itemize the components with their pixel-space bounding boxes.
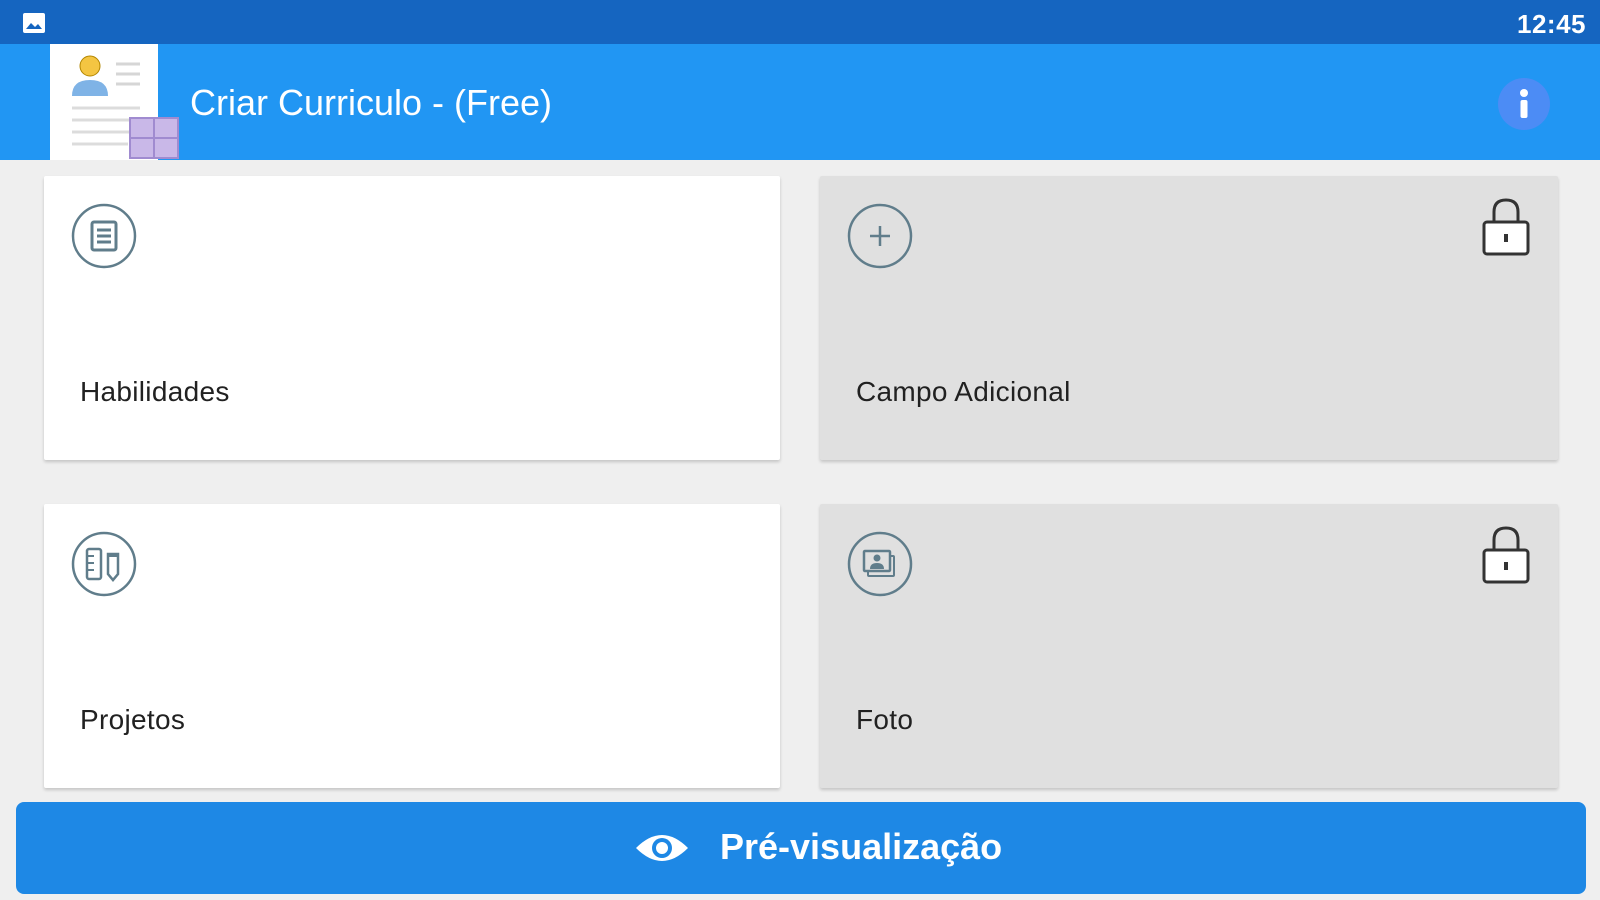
plus-icon [847,203,913,269]
photo-icon [847,531,913,597]
resume-document-icon [50,44,179,160]
card-foto[interactable]: Foto [820,504,1558,788]
preview-button[interactable]: Pré-visualização [16,802,1586,894]
info-button[interactable] [1498,78,1550,130]
app-title: Criar Curriculo - (Free) [190,82,553,123]
card-label: Projetos [80,704,186,735]
card-label: Habilidades [80,376,230,407]
app-bar: Criar Curriculo - (Free) [0,44,1600,160]
image-icon [23,13,45,33]
info-icon [1520,89,1528,118]
eye-icon [636,835,688,861]
card-label: Campo Adicional [856,376,1071,407]
lock-icon [1482,198,1530,256]
card-campo-adicional[interactable]: Campo Adicional [820,176,1558,460]
card-habilidades[interactable]: Habilidades [44,176,780,460]
lock-icon [1482,526,1530,584]
list-icon [71,203,137,269]
card-label: Foto [856,704,914,735]
status-bar: 12:45 [0,0,1600,44]
tools-icon [71,531,137,597]
preview-label: Pré-visualização [720,826,1003,867]
status-time: 12:45 [1517,9,1586,39]
card-projetos[interactable]: Projetos [44,504,780,788]
